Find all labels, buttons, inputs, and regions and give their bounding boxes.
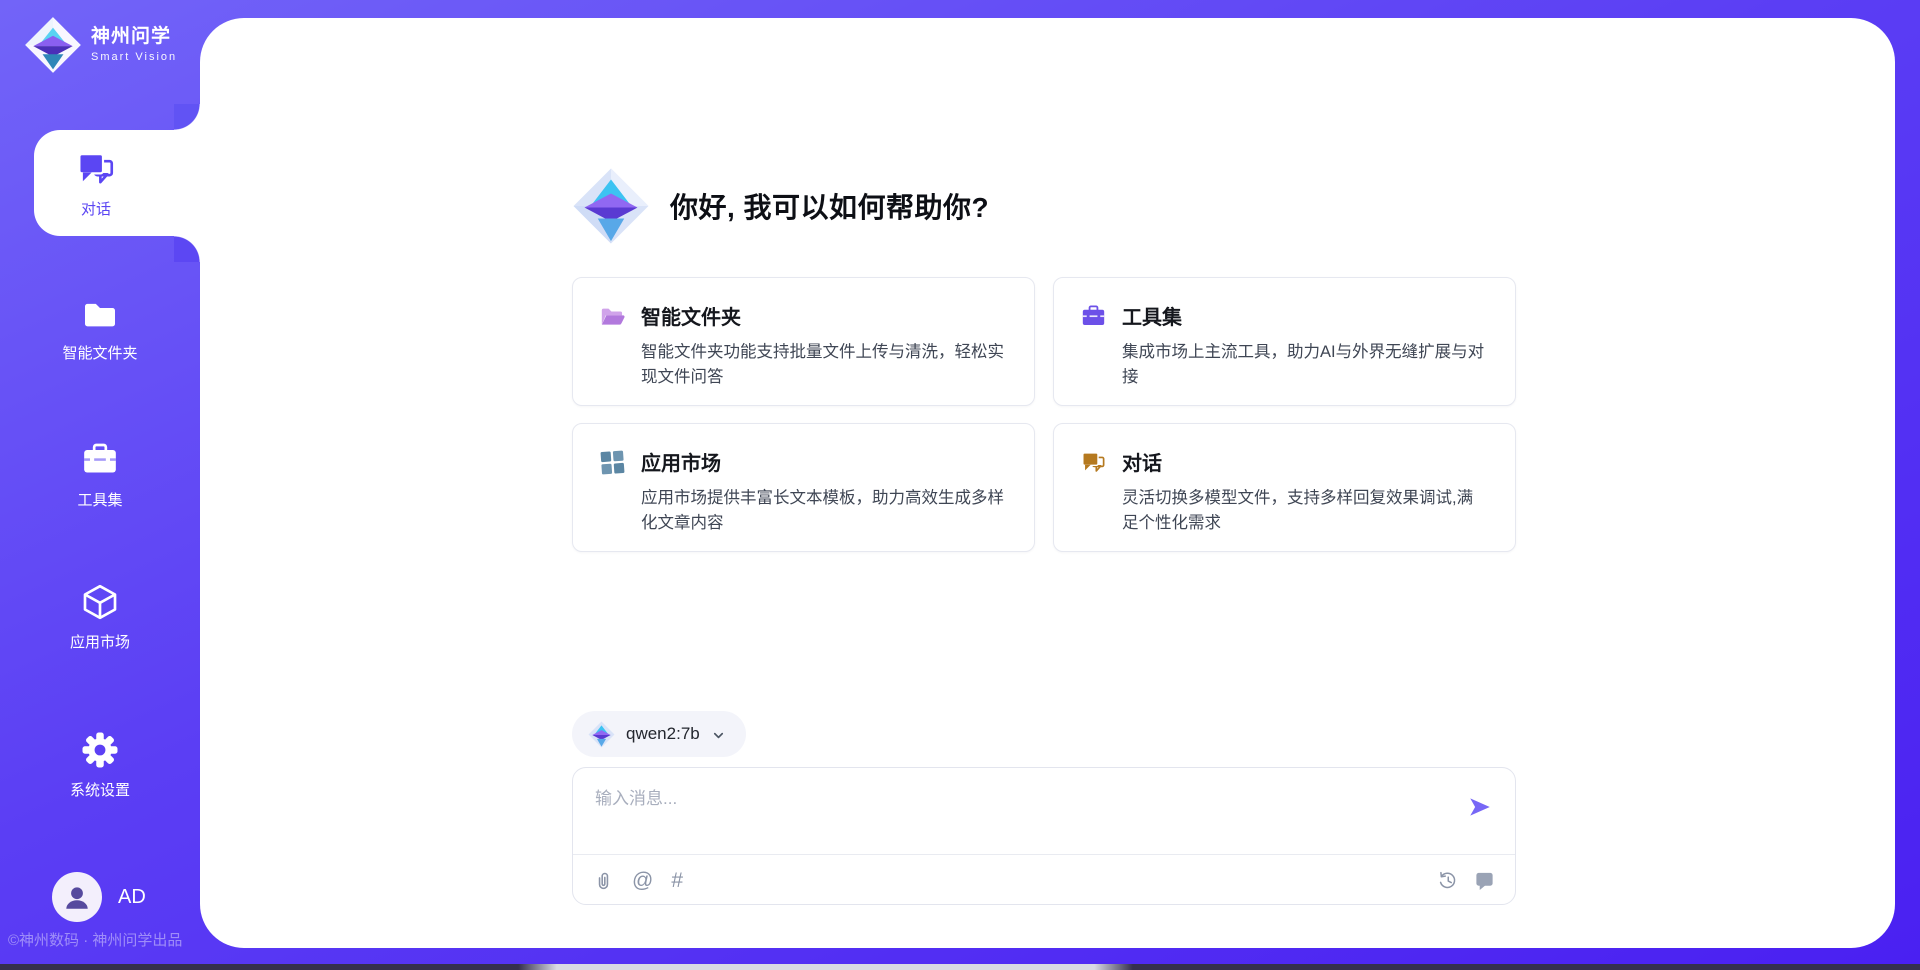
window-bottom-edge — [0, 964, 1920, 970]
attachment-icon[interactable] — [593, 870, 614, 891]
greeting-title: 你好, 我可以如何帮助你? — [670, 186, 989, 226]
tab-curve-top — [174, 104, 200, 130]
sidebar-item-label: 应用市场 — [70, 631, 130, 652]
person-icon — [62, 882, 92, 912]
user-profile[interactable]: AD — [52, 872, 146, 922]
feedback-icon[interactable] — [1474, 870, 1495, 891]
main-panel: 你好, 我可以如何帮助你? 智能文件夹 智能文件夹功能支持批量文件上传与清洗，轻… — [200, 18, 1895, 948]
card-title: 应用市场 — [641, 447, 1008, 476]
chevron-down-icon — [711, 726, 726, 743]
mention-icon[interactable]: @ — [632, 870, 653, 891]
app-logo: 神州问学 Smart Vision — [24, 16, 177, 74]
copyright-text: ©神州数码 · 神州问学出品 — [8, 929, 182, 950]
app-title: 神州问学 — [91, 27, 177, 48]
sidebar-item-label: 对话 — [81, 198, 111, 219]
folder-open-icon — [599, 303, 626, 330]
main-content: 你好, 我可以如何帮助你? 智能文件夹 智能文件夹功能支持批量文件上传与清洗，轻… — [572, 18, 1516, 905]
history-icon[interactable] — [1437, 870, 1458, 891]
model-logo-icon — [588, 721, 615, 748]
card-title: 对话 — [1122, 447, 1489, 476]
grid-icon — [599, 449, 626, 476]
card-title: 工具集 — [1122, 301, 1489, 330]
composer-toolbar: @ # — [593, 866, 1495, 894]
sidebar-item-label: 系统设置 — [70, 779, 130, 800]
folder-icon — [80, 293, 120, 333]
briefcase-icon — [1080, 303, 1107, 330]
feature-cards: 智能文件夹 智能文件夹功能支持批量文件上传与清洗，轻松实现文件问答 工具集 — [572, 277, 1516, 552]
app-subtitle: Smart Vision — [91, 51, 177, 63]
cube-icon — [80, 582, 120, 622]
composer-divider — [573, 854, 1515, 855]
card-chat[interactable]: 对话 灵活切换多模型文件，支持多样回复效果调试,满足个性化需求 — [1053, 423, 1516, 552]
message-composer: @ # — [572, 767, 1516, 905]
chat-icon — [75, 148, 117, 190]
assistant-logo-icon — [572, 167, 650, 245]
card-desc: 集成市场上主流工具，助力AI与外界无缝扩展与对接 — [1122, 340, 1489, 390]
sidebar-item-toolbox[interactable]: 工具集 — [0, 440, 200, 510]
card-app-market[interactable]: 应用市场 应用市场提供丰富长文本模板，助力高效生成多样化文章内容 — [572, 423, 1035, 552]
brand-diamond-icon — [24, 16, 82, 74]
model-name: qwen2:7b — [626, 724, 700, 744]
hash-icon[interactable]: # — [671, 870, 683, 891]
sidebar-item-smart-folder[interactable]: 智能文件夹 — [0, 293, 200, 363]
greeting: 你好, 我可以如何帮助你? — [572, 167, 1516, 245]
briefcase-icon — [80, 440, 120, 480]
avatar — [52, 872, 102, 922]
tab-curve-bottom — [174, 236, 200, 262]
card-title: 智能文件夹 — [641, 301, 1008, 330]
card-smart-folder[interactable]: 智能文件夹 智能文件夹功能支持批量文件上传与清洗，轻松实现文件问答 — [572, 277, 1035, 406]
card-desc: 灵活切换多模型文件，支持多样回复效果调试,满足个性化需求 — [1122, 486, 1489, 536]
message-input[interactable] — [593, 782, 1437, 852]
user-initials: AD — [118, 886, 146, 909]
sidebar-item-chat[interactable]: 对话 — [34, 130, 200, 236]
model-selector[interactable]: qwen2:7b — [572, 711, 746, 757]
send-icon — [1467, 794, 1493, 820]
sidebar-item-label: 工具集 — [77, 489, 122, 510]
sidebar: 神州问学 Smart Vision 对话 智能文件夹 工具集 — [0, 0, 200, 970]
gear-icon — [80, 730, 120, 770]
chat-icon — [1080, 449, 1107, 476]
card-desc: 应用市场提供丰富长文本模板，助力高效生成多样化文章内容 — [641, 486, 1008, 536]
sidebar-item-label: 智能文件夹 — [62, 342, 137, 363]
sidebar-item-app-market[interactable]: 应用市场 — [0, 582, 200, 652]
sidebar-item-settings[interactable]: 系统设置 — [0, 730, 200, 800]
send-button[interactable] — [1467, 794, 1493, 820]
card-desc: 智能文件夹功能支持批量文件上传与清洗，轻松实现文件问答 — [641, 340, 1008, 390]
card-toolbox[interactable]: 工具集 集成市场上主流工具，助力AI与外界无缝扩展与对接 — [1053, 277, 1516, 406]
